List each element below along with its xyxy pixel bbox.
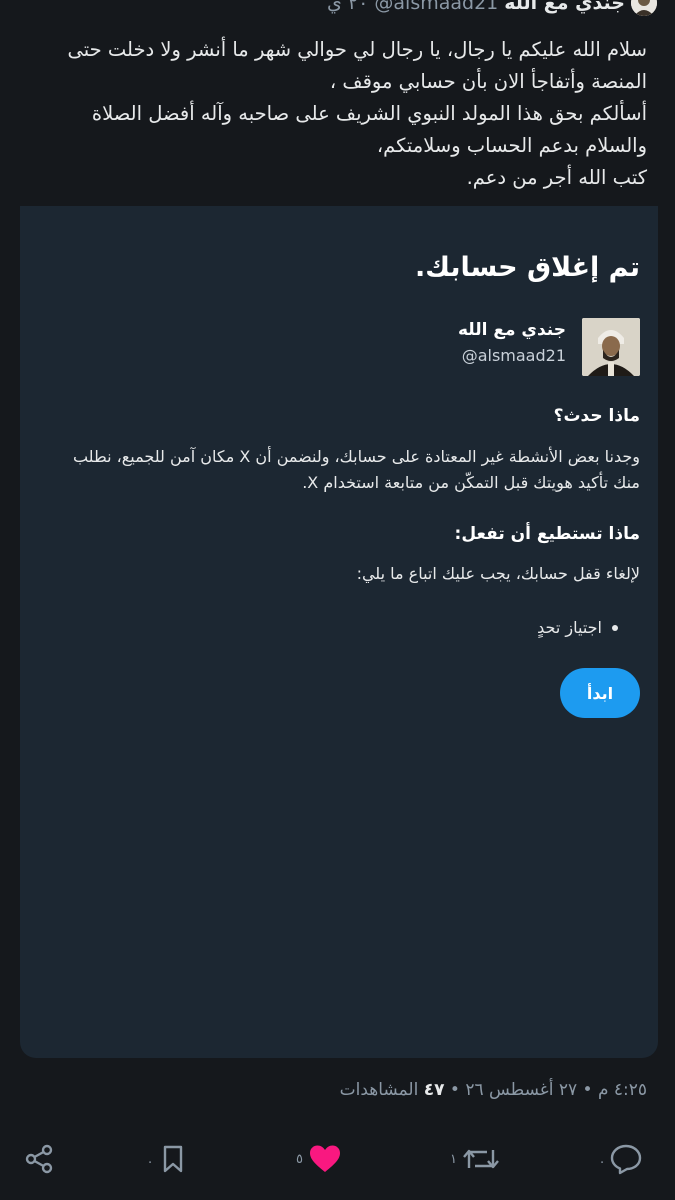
like-button[interactable]: ٥ — [296, 1138, 343, 1180]
share-button[interactable] — [22, 1138, 56, 1180]
challenge-list-item: اجتياز تحدٍ — [537, 618, 618, 637]
meta-date: ٢٧ أغسطس ٢٦ — [465, 1080, 578, 1100]
card-author-handle: @alsmaad21 — [461, 346, 566, 365]
card-title: تم إغلاق حسابك. — [414, 252, 640, 283]
bookmark-icon — [163, 1145, 183, 1173]
views-count[interactable]: ٤٧ — [424, 1080, 445, 1100]
reply-dot: . — [600, 1151, 605, 1167]
bookmark-dot: . — [148, 1151, 153, 1167]
tweet-line: كتب الله أجر من دعم. — [466, 166, 647, 189]
tweet-meta: ٤:٢٥ م • ٢٧ أغسطس ٢٦ • ٤٧ المشاهدات — [340, 1080, 647, 1100]
attached-image-card[interactable]: تم إغلاق حسابك. جندي مع الله @alsmaad21 … — [20, 206, 658, 1058]
tweet-line: سلام الله عليكم يا رجال، يا رجال لي حوال… — [67, 38, 648, 61]
start-button[interactable]: ابدأ — [560, 668, 640, 718]
unlock-instructions: لإلغاء قفل حسابك، يجب عليك اتباع ما يلي: — [356, 564, 640, 583]
what-happened-line: وجدنا بعض الأنشطة غير المعتادة على حسابك… — [72, 447, 640, 466]
retweet-count: ١ — [450, 1151, 457, 1167]
post-time: ٢٠ ي — [327, 0, 369, 14]
share-icon — [25, 1144, 53, 1174]
reply-button[interactable]: . — [600, 1138, 644, 1180]
what-happened-heading: ماذا حدث؟ — [553, 406, 640, 426]
retweet-icon — [463, 1149, 499, 1169]
reply-icon — [610, 1144, 642, 1175]
heart-icon — [309, 1145, 340, 1172]
tweet-header: جندي مع الله @alsmaad21 ٢٠ ي — [18, 0, 657, 20]
meta-separator: • — [577, 1080, 598, 1100]
tweet-line: المنصة وأتفاجأ الان بأن حسابي موقف ، — [329, 70, 647, 93]
author-handle[interactable]: @alsmaad21 — [374, 0, 498, 14]
card-avatar — [582, 318, 640, 376]
tweet-line: والسلام بدعم الحساب وسلامتكم، — [376, 134, 647, 157]
card-author-name: جندي مع الله — [457, 320, 566, 340]
bookmark-button[interactable]: . — [148, 1138, 190, 1180]
bullet-icon — [612, 624, 618, 631]
author-avatar[interactable] — [631, 0, 657, 16]
tweet-line: أسألكم بحق هذا المولد النبوي الشريف على … — [91, 102, 647, 125]
author-name[interactable]: جندي مع الله — [504, 0, 625, 14]
retweet-button[interactable]: ١ — [450, 1138, 501, 1180]
what-happened-text: وجدنا بعض الأنشطة غير المعتادة على حسابك… — [54, 444, 640, 496]
meta-time: ٤:٢٥ م — [597, 1080, 647, 1100]
what-can-do-heading: ماذا تستطيع أن تفعل: — [454, 524, 640, 544]
tweet-action-bar: . ٥ ١ . — [0, 1138, 675, 1180]
like-count: ٥ — [296, 1151, 303, 1167]
what-happened-line: منك تأكيد هويتك قبل التمكّن من متابعة اس… — [302, 473, 640, 492]
views-label[interactable]: المشاهدات — [340, 1080, 419, 1100]
tweet-text: سلام الله عليكم يا رجال، يا رجال لي حوال… — [22, 34, 648, 194]
meta-separator: • — [444, 1080, 466, 1100]
challenge-label: اجتياز تحدٍ — [537, 618, 602, 637]
